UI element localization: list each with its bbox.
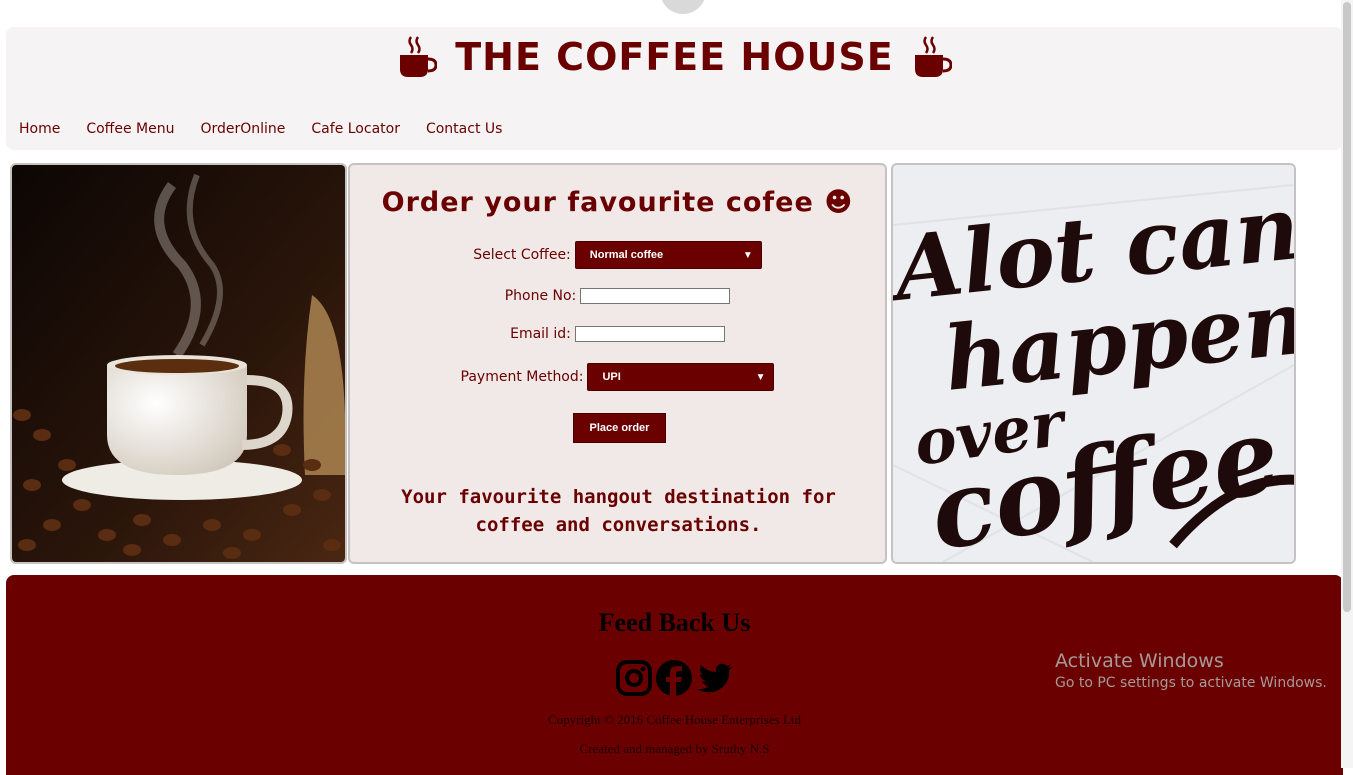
- payment-select-value: UPI: [602, 371, 621, 383]
- top-circle-decoration: [660, 0, 706, 14]
- copyright-text: Copyright © 2016 Coffee House Enterprise…: [548, 712, 801, 727]
- coffee-select-row: Select Coffee: Normal coffee ▼: [350, 241, 885, 269]
- twitter-icon[interactable]: [695, 659, 733, 697]
- coffee-photo: [12, 165, 345, 562]
- quote-image: Alot can happen over coffee: [891, 163, 1296, 564]
- social-links: [615, 659, 733, 697]
- nav-order-online[interactable]: OrderOnline: [200, 121, 285, 137]
- phone-label: Phone No:: [504, 288, 577, 304]
- payment-select-label: Payment Method:: [460, 369, 584, 385]
- phone-input[interactable]: [580, 288, 731, 304]
- site-title: THE COFFEE HOUSE: [6, 35, 1343, 79]
- page-scrollbar[interactable]: [1341, 0, 1353, 768]
- coffee-select-label: Select Coffee:: [473, 247, 571, 263]
- coffee-select[interactable]: Normal coffee ▼: [574, 241, 762, 269]
- coffee-select-value: Normal coffee: [589, 249, 664, 261]
- place-order-button[interactable]: Place order: [573, 413, 666, 443]
- coffee-cup-image: [10, 163, 347, 564]
- site-title-text: THE COFFEE HOUSE: [455, 35, 894, 79]
- instagram-icon[interactable]: [615, 659, 653, 697]
- watermark-subtitle: Go to PC settings to activate Windows.: [1055, 675, 1327, 691]
- site-header: THE COFFEE HOUSE Home Coffee Menu OrderO…: [6, 27, 1343, 150]
- phone-row: Phone No:: [350, 288, 885, 304]
- nav-home[interactable]: Home: [19, 121, 60, 137]
- nav-coffee-menu[interactable]: Coffee Menu: [86, 121, 174, 137]
- windows-activation-watermark: Activate Windows Go to PC settings to ac…: [1055, 650, 1327, 691]
- watermark-title: Activate Windows: [1055, 650, 1224, 672]
- payment-select-row: Payment Method: UPI ▼: [350, 363, 885, 391]
- scrollbar-thumb[interactable]: [1343, 2, 1351, 612]
- nav-cafe-locator[interactable]: Cafe Locator: [311, 121, 400, 137]
- email-input[interactable]: [574, 326, 725, 342]
- facebook-icon[interactable]: [655, 659, 693, 697]
- coffee-cup-icon: [914, 36, 952, 77]
- payment-select[interactable]: UPI ▼: [587, 363, 775, 391]
- order-form-panel: Order your favourite cofee ☻ Select Coff…: [348, 163, 887, 564]
- main-nav: Home Coffee Menu OrderOnline Cafe Locato…: [19, 121, 502, 137]
- chevron-down-icon: ▼: [755, 371, 766, 383]
- email-row: Email id:: [350, 326, 885, 342]
- quote-artwork: Alot can happen over coffee: [893, 165, 1294, 562]
- nav-contact-us[interactable]: Contact Us: [426, 121, 502, 137]
- feedback-title: Feed Back Us: [598, 608, 751, 637]
- email-label: Email id:: [510, 326, 571, 342]
- created-by-text: Created and managed by Sruthy N.S: [579, 741, 770, 756]
- chevron-down-icon: ▼: [742, 249, 753, 261]
- coffee-cup-icon: [400, 36, 438, 77]
- tagline: Your favourite hangout destination for c…: [401, 486, 836, 536]
- order-form-title: Order your favourite cofee ☻: [381, 187, 854, 218]
